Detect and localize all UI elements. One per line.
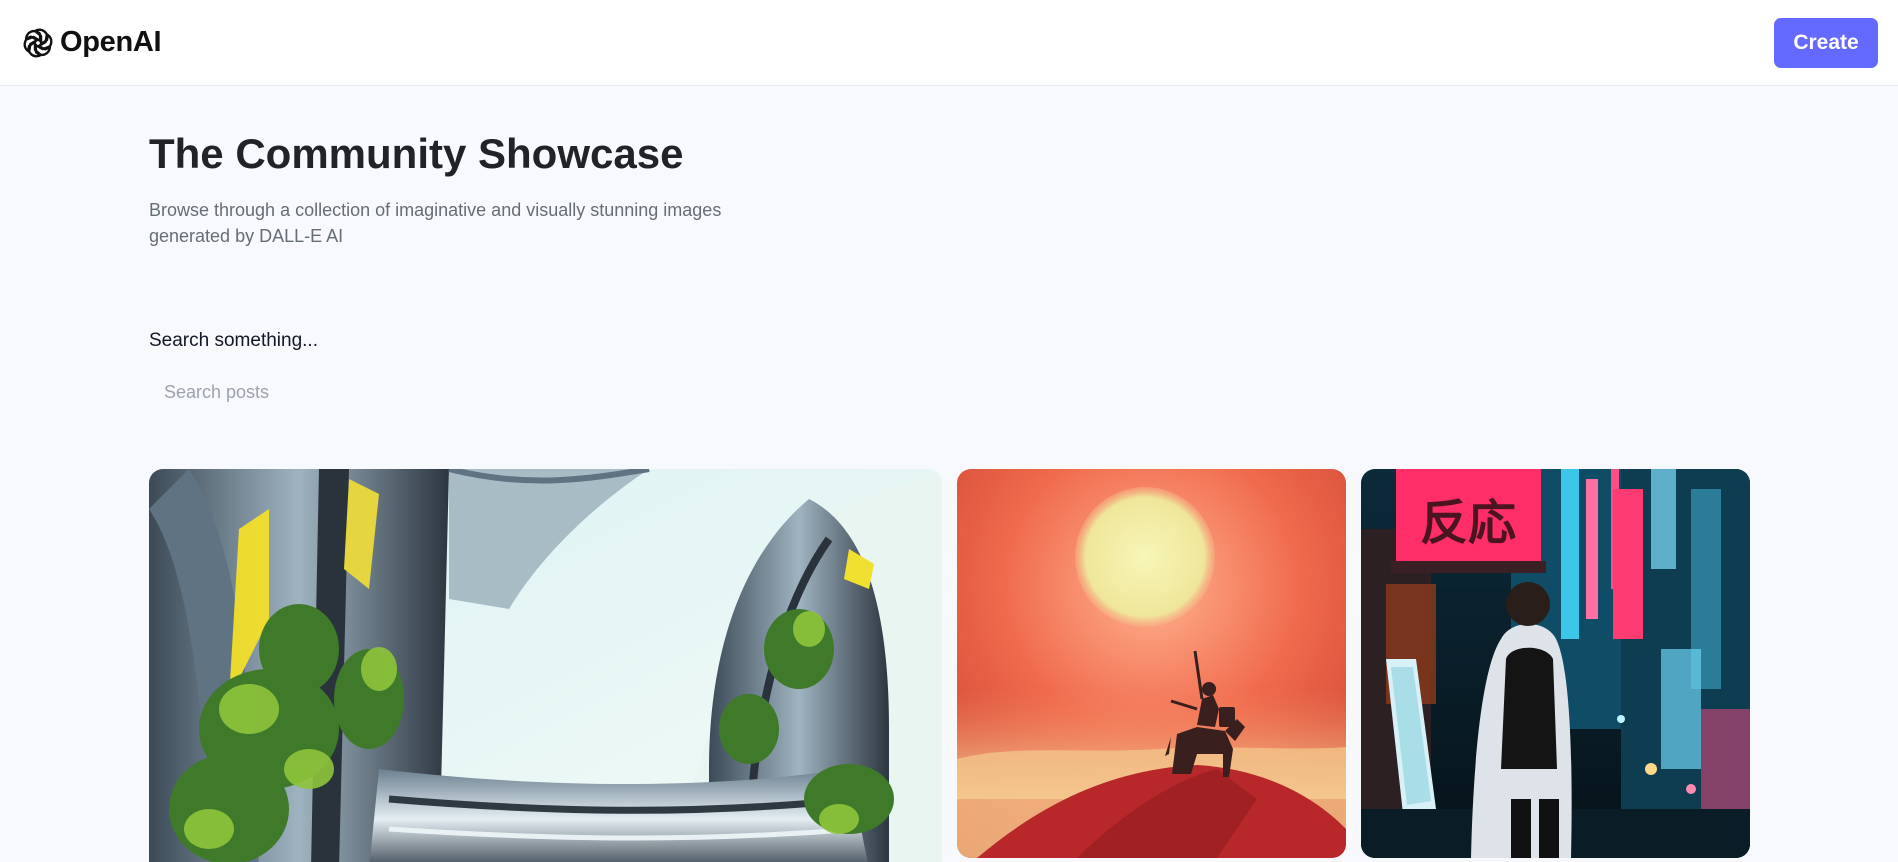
gallery-card-architecture[interactable] bbox=[149, 469, 942, 862]
brand-logo[interactable]: OpenAI bbox=[20, 25, 162, 61]
gallery-card-neon-street[interactable]: 反応 bbox=[1361, 469, 1750, 858]
page-subtitle: Browse through a collection of imaginati… bbox=[149, 200, 722, 246]
gallery-image-architecture bbox=[149, 469, 942, 862]
top-navbar: OpenAI Create bbox=[0, 0, 1898, 86]
create-button[interactable]: Create bbox=[1774, 17, 1878, 68]
search-input[interactable] bbox=[149, 370, 1751, 414]
brand-name: OpenAI bbox=[60, 26, 162, 58]
neon-sign-text: 反応 bbox=[1420, 495, 1516, 551]
gallery-image-neon-street: 反応 bbox=[1361, 469, 1750, 858]
gallery-card-sunset-rider[interactable] bbox=[957, 469, 1346, 858]
gallery-image-sunset-rider bbox=[957, 469, 1346, 858]
openai-logo-icon bbox=[23, 28, 53, 57]
page-title: The Community Showcase bbox=[149, 130, 684, 177]
search-label: Search something... bbox=[149, 330, 318, 351]
